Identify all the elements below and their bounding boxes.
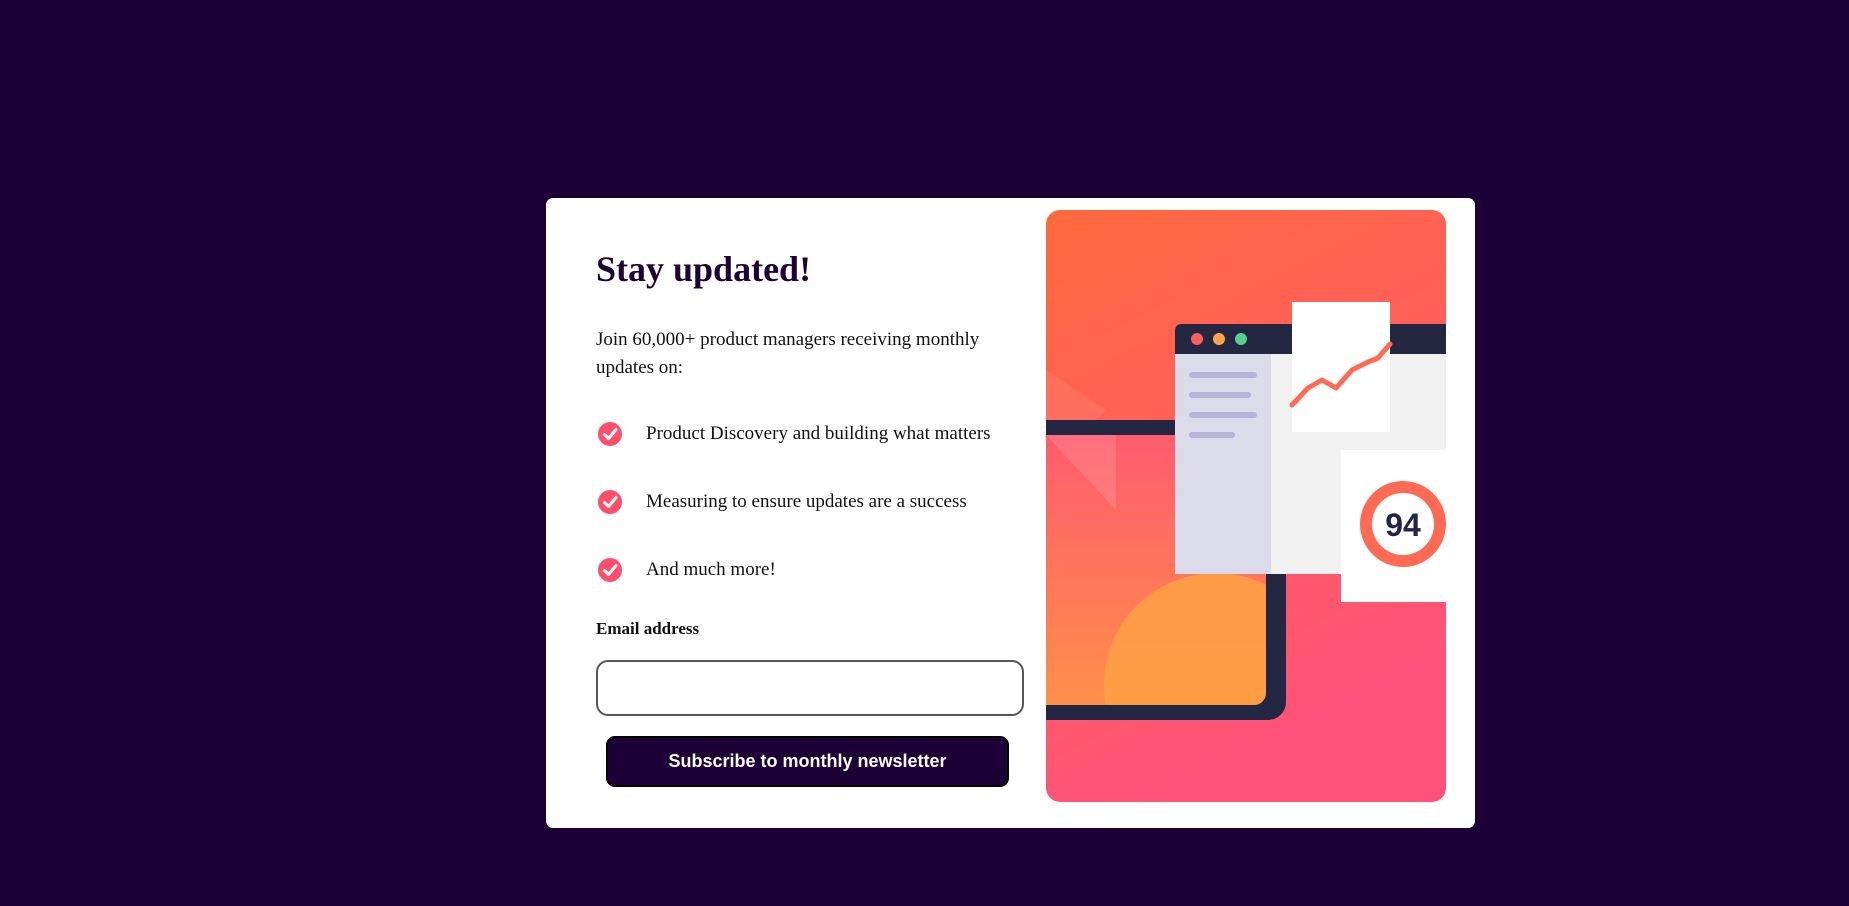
feature-text: Measuring to ensure updates are a succes…: [646, 491, 967, 512]
feature-text: Product Discovery and building what matt…: [646, 423, 991, 444]
window-minimize-dot: [1213, 333, 1225, 345]
subscribe-button[interactable]: Subscribe to monthly newsletter: [606, 736, 1009, 787]
page-title: Stay updated!: [596, 249, 812, 289]
hero-illustration: 94: [1046, 210, 1446, 802]
window-maximize-dot: [1235, 333, 1247, 345]
feature-text: And much more!: [646, 559, 776, 580]
newsletter-card: Stay updated! Join 60,000+ product manag…: [546, 198, 1475, 828]
email-field[interactable]: [596, 660, 1024, 716]
chart-card: [1289, 302, 1393, 432]
window-close-dot: [1191, 333, 1203, 345]
feature-item: Product Discovery and building what matt…: [596, 420, 991, 448]
check-circle-icon: [598, 490, 622, 514]
feature-item: Measuring to ensure updates are a succes…: [596, 488, 967, 516]
score-card: 94: [1341, 450, 1446, 602]
intro-text: Join 60,000+ product managers receiving …: [596, 329, 980, 378]
score-value: 94: [1385, 507, 1421, 543]
check-circle-icon: [598, 422, 622, 446]
check-circle-icon: [598, 558, 622, 582]
feature-item: And much more!: [596, 556, 776, 584]
dashboard-illustration: 94: [1046, 210, 1446, 802]
email-label: Email address: [596, 619, 700, 638]
